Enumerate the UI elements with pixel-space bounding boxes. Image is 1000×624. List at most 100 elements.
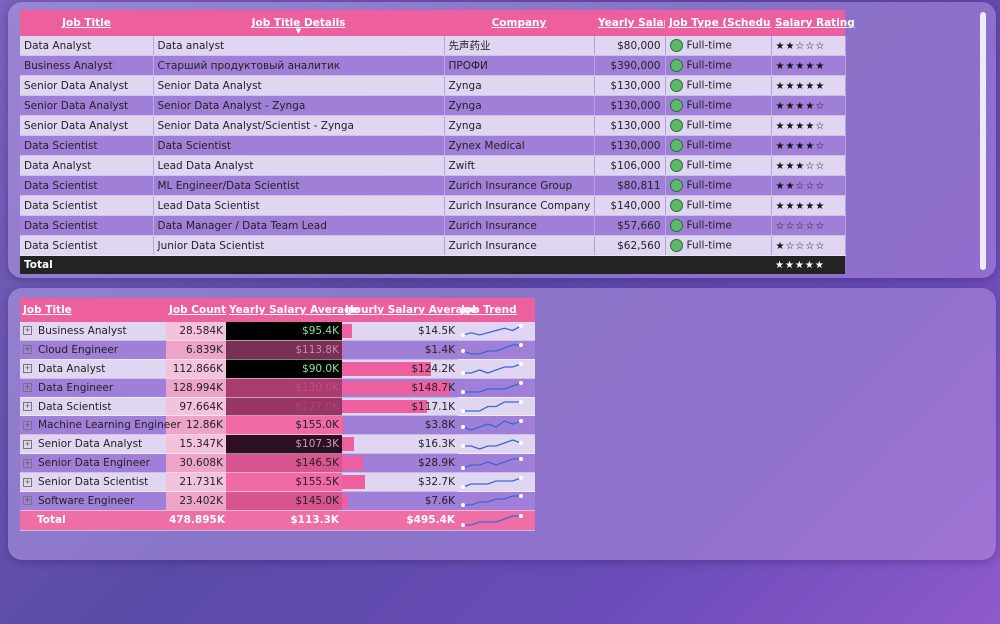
status-dot-icon [669,159,683,172]
column-header-job-type[interactable]: Job Type (Schedule) [665,10,786,36]
table-row[interactable]: Senior Data Analyst Senior Data Analyst/S… [20,115,846,136]
job-title-label: Machine Learning Engineer [38,419,181,432]
column-header-job-title[interactable]: Job Title [20,298,166,322]
job-type-label: Full-time [686,79,732,92]
matrix-header-row: Job Title Job Count Yearly Salary Averag… [20,298,535,322]
hourly-average-cell: $16.3K [342,434,458,455]
expand-icon[interactable]: + [23,420,32,430]
job-title-details-cell: Senior Data Analyst/Scientist - Zynga [153,115,445,136]
job-title-label: Data Engineer [38,381,114,394]
expand-icon[interactable]: + [23,402,32,411]
expand-icon[interactable]: + [23,477,32,487]
yearly-salary-cell: $130,000 [594,95,666,116]
job-count-cell: 6.839K [166,340,226,360]
table-row[interactable]: Data Analyst Lead Data Analyst Zwift $106,0… [20,155,846,176]
matrix-row[interactable]: + Senior Data Scientist 21.731K $155.5K $32.… [20,472,535,493]
yearly-salary-cell: $62,560 [594,235,666,256]
table-row[interactable]: Data Scientist Data Manager / Data Team L… [20,215,846,236]
company-cell: Zurich Insurance Group [444,175,595,196]
matrix-row[interactable]: + Cloud Engineer 6.839K $113.8K $1.4K [20,340,535,360]
hourly-average-cell: $124.2K [342,359,458,379]
expand-icon[interactable]: + [23,326,32,336]
job-title-details-cell: Старший продуктовый аналитик [153,55,445,76]
hourly-bar [342,437,354,452]
job-title-cell: + Cloud Engineer [20,340,166,360]
job-count-cell: 21.731K [166,472,226,493]
matrix-row[interactable]: + Business Analyst 28.584K $95.4K $14.5K [20,322,535,341]
salary-rating-cell: ☆☆☆☆☆ [771,215,846,236]
column-header-company[interactable]: Company [444,10,594,36]
hourly-bar [342,475,366,490]
expand-icon[interactable]: + [23,458,32,468]
matrix-row[interactable]: + Data Engineer 128.994K $130.0K $148.7K [20,378,535,398]
hourly-average-cell: $14.5K [342,322,458,341]
yearly-average-cell: $155.5K [226,472,342,493]
company-cell: Zurich Insurance [444,235,595,256]
hourly-value: $7.6K [424,494,455,507]
status-dot-icon [669,199,683,212]
job-type-label: Full-time [686,39,732,52]
job-title-details-cell: Lead Data Scientist [153,195,445,216]
column-header-job-count[interactable]: Job Count [166,298,226,322]
table-header-row: Job Title Job Title Details ▼ Company Yea… [20,10,855,36]
matrix-row[interactable]: + Senior Data Engineer 30.608K $146.5K $28.9… [20,453,535,474]
trend-cell [458,434,535,455]
job-type-label: Full-time [686,99,732,112]
rating-stars: ★★★☆☆ [775,160,826,172]
trend-cell [458,378,535,398]
matrix-row[interactable]: + Data Scientist 97.664K $127.0K $117.1K [20,397,535,417]
hourly-average-cell: $1.4K [342,340,458,360]
table-row[interactable]: Data Scientist Data Scientist Zynex Medica… [20,135,846,156]
job-title-label: Data Analyst [38,362,106,375]
column-header-salary-rating[interactable]: Salary Rating [771,10,855,36]
rating-stars: ★★☆☆☆ [775,40,826,52]
salary-rating-cell: ★☆☆☆☆ [771,235,846,256]
table-row[interactable]: Data Scientist ML Engineer/Data Scientist… [20,175,846,196]
column-header-job-title[interactable]: Job Title [20,10,153,36]
job-title-label: Software Engineer [38,494,135,507]
column-header-hourly-salary-average[interactable]: Hourly Salary Average [342,298,477,322]
hourly-average-cell: $7.6K [342,491,458,511]
expand-icon[interactable]: + [23,364,32,374]
hourly-value: $124.2K [411,362,455,375]
job-title-cell: Senior Data Analyst [20,115,154,136]
column-header-yearly-salary[interactable]: Yearly Salary [594,10,675,36]
matrix-row[interactable]: + Software Engineer 23.402K $145.0K $7.6K [20,491,535,511]
company-cell: Zurich Insurance [444,215,595,236]
job-type-label: Full-time [686,159,732,172]
scrollbar[interactable] [980,12,986,270]
expand-icon[interactable]: + [23,439,32,449]
salary-rating-cell: ★★★★★ [771,75,846,96]
job-title-label: Business Analyst [38,324,127,337]
trend-sparkline-icon [461,513,523,527]
job-title-cell: + Senior Data Analyst [20,434,166,455]
expand-icon[interactable]: + [23,383,32,393]
matrix-row[interactable]: + Data Analyst 112.866K $90.0K $124.2K [20,359,535,379]
status-dot-icon [669,119,683,132]
status-dot-icon [669,239,683,252]
expand-icon[interactable]: + [23,345,32,355]
job-type-label: Full-time [686,199,732,212]
job-type-cell: Full-time [665,215,772,236]
trend-sparkline-icon [461,343,523,355]
job-title-details-cell: Data analyst [153,36,445,56]
table-row[interactable]: Data Analyst Data analyst 先声药业 $80,000 Full-… [20,36,846,56]
job-count-cell: 112.866K [166,359,226,379]
column-header-yearly-salary-average[interactable]: Yearly Salary Average [226,298,359,322]
matrix-row[interactable]: + Machine Learning Engineer 12.86K $155.0K $… [20,415,535,436]
table-row[interactable]: Data Scientist Junior Data Scientist Zuric… [20,235,846,256]
expand-icon[interactable]: + [23,496,32,506]
yearly-salary-cell: $80,000 [594,36,666,56]
yearly-average-cell: $90.0K [226,359,342,379]
job-count-cell: 23.402K [166,491,226,511]
table-row[interactable]: Senior Data Analyst Senior Data Analyst Zy… [20,75,846,96]
table-row[interactable]: Data Scientist Lead Data Scientist Zurich … [20,195,846,216]
column-header-job-title-details[interactable]: Job Title Details ▼ [153,10,444,36]
rating-stars: ★☆☆☆☆ [775,240,826,252]
status-dot-icon [669,139,683,152]
column-header-job-trend[interactable]: Job Trend [458,298,535,322]
table-row[interactable]: Senior Data Analyst Senior Data Analyst -… [20,95,846,116]
matrix-row[interactable]: + Senior Data Analyst 15.347K $107.3K $16.3K [20,434,535,455]
table-row[interactable]: Business Analyst Старший продуктовый анал… [20,55,846,76]
yearly-salary-cell: $140,000 [594,195,666,216]
